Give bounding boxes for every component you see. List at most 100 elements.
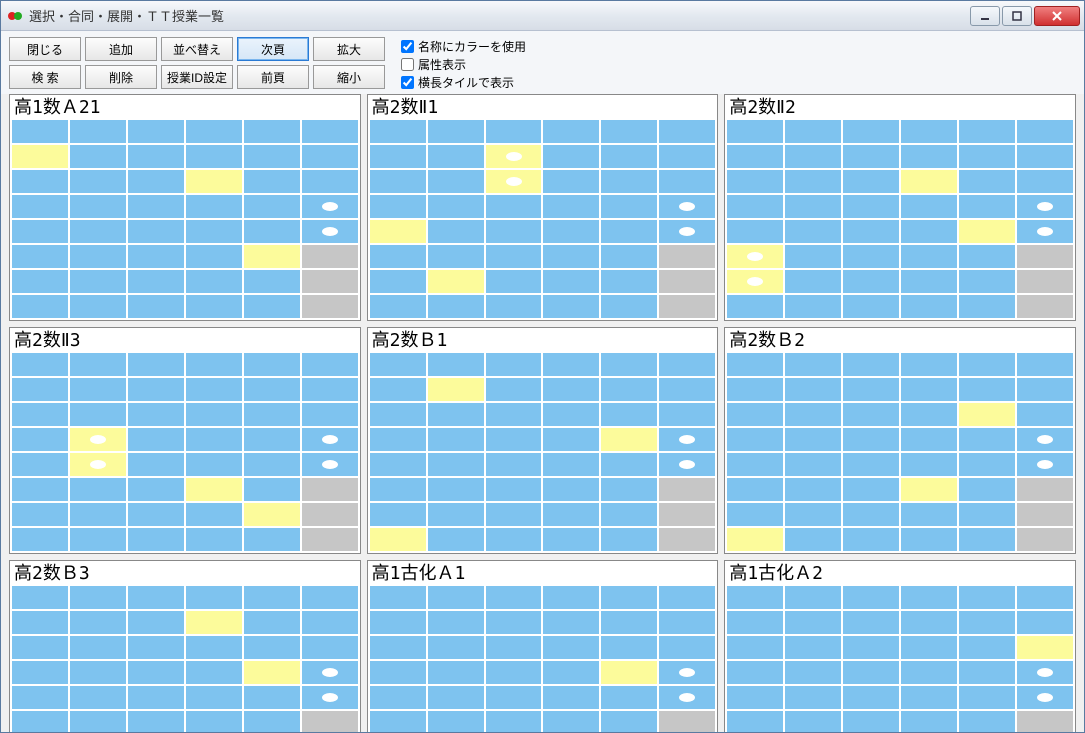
timetable-cell[interactable] bbox=[128, 195, 184, 218]
timetable-cell[interactable] bbox=[727, 220, 783, 243]
timetable-cell[interactable] bbox=[959, 295, 1015, 318]
timetable-cell[interactable] bbox=[601, 453, 657, 476]
timetable-cell[interactable] bbox=[659, 170, 715, 193]
timetable-cell[interactable] bbox=[302, 353, 358, 376]
timetable-cell[interactable] bbox=[302, 428, 358, 451]
timetable-cell[interactable] bbox=[302, 270, 358, 293]
timetable-cell[interactable] bbox=[785, 711, 841, 732]
close-button[interactable] bbox=[1034, 6, 1080, 26]
maximize-button[interactable] bbox=[1002, 6, 1032, 26]
timetable-cell[interactable] bbox=[901, 428, 957, 451]
timetable-cell[interactable] bbox=[186, 353, 242, 376]
timetable-cell[interactable] bbox=[12, 170, 68, 193]
timetable-cell[interactable] bbox=[128, 295, 184, 318]
timetable-cell[interactable] bbox=[244, 428, 300, 451]
timetable-cell[interactable] bbox=[959, 636, 1015, 659]
timetable-cell[interactable] bbox=[959, 145, 1015, 168]
timetable-cell[interactable] bbox=[370, 145, 426, 168]
timetable-cell[interactable] bbox=[785, 528, 841, 551]
timetable-cell[interactable] bbox=[370, 245, 426, 268]
timetable-cell[interactable] bbox=[959, 586, 1015, 609]
timetable-cell[interactable] bbox=[186, 453, 242, 476]
timetable-cell[interactable] bbox=[244, 711, 300, 732]
timetable-cell[interactable] bbox=[1017, 170, 1073, 193]
timetable-cell[interactable] bbox=[601, 586, 657, 609]
timetable-cell[interactable] bbox=[244, 611, 300, 634]
timetable-cell[interactable] bbox=[601, 428, 657, 451]
timetable-cell[interactable] bbox=[70, 170, 126, 193]
timetable-cell[interactable] bbox=[543, 120, 599, 143]
timetable-cell[interactable] bbox=[186, 170, 242, 193]
timetable-cell[interactable] bbox=[901, 270, 957, 293]
timetable-cell[interactable] bbox=[727, 120, 783, 143]
minimize-button[interactable] bbox=[970, 6, 1000, 26]
timetable-cell[interactable] bbox=[959, 353, 1015, 376]
timetable-cell[interactable] bbox=[370, 403, 426, 426]
timetable-cell[interactable] bbox=[843, 295, 899, 318]
timetable-cell[interactable] bbox=[370, 378, 426, 401]
timetable-cell[interactable] bbox=[12, 295, 68, 318]
timetable-cell[interactable] bbox=[901, 145, 957, 168]
timetable-cell[interactable] bbox=[70, 686, 126, 709]
timetable-cell[interactable] bbox=[128, 711, 184, 732]
timetable-cell[interactable] bbox=[901, 353, 957, 376]
timetable-cell[interactable] bbox=[12, 270, 68, 293]
timetable-cell[interactable] bbox=[428, 711, 484, 732]
timetable-cell[interactable] bbox=[901, 378, 957, 401]
timetable-cell[interactable] bbox=[186, 503, 242, 526]
timetable-cell[interactable] bbox=[244, 636, 300, 659]
timetable-cell[interactable] bbox=[843, 611, 899, 634]
timetable-cell[interactable] bbox=[302, 453, 358, 476]
timetable-cell[interactable] bbox=[486, 120, 542, 143]
timetable-cell[interactable] bbox=[543, 145, 599, 168]
timetable-cell[interactable] bbox=[244, 586, 300, 609]
timetable-cell[interactable] bbox=[543, 711, 599, 732]
timetable-cell[interactable] bbox=[12, 353, 68, 376]
timetable-cell[interactable] bbox=[186, 711, 242, 732]
timetable-cell[interactable] bbox=[659, 503, 715, 526]
timetable-cell[interactable] bbox=[601, 528, 657, 551]
timetable-cell[interactable] bbox=[901, 711, 957, 732]
timetable-cell[interactable] bbox=[486, 453, 542, 476]
timetable-cell[interactable] bbox=[12, 403, 68, 426]
timetable-cell[interactable] bbox=[428, 586, 484, 609]
timetable-cell[interactable] bbox=[428, 378, 484, 401]
timetable-cell[interactable] bbox=[486, 503, 542, 526]
timetable-cell[interactable] bbox=[843, 220, 899, 243]
timetable-cell[interactable] bbox=[302, 378, 358, 401]
timetable-cell[interactable] bbox=[601, 270, 657, 293]
timetable-cell[interactable] bbox=[244, 453, 300, 476]
timetable-cell[interactable] bbox=[370, 611, 426, 634]
timetable-cell[interactable] bbox=[785, 403, 841, 426]
timetable-cell[interactable] bbox=[428, 661, 484, 684]
timetable-cell[interactable] bbox=[659, 611, 715, 634]
timetable-cell[interactable] bbox=[302, 711, 358, 732]
timetable-cell[interactable] bbox=[659, 145, 715, 168]
timetable-cell[interactable] bbox=[843, 145, 899, 168]
timetable-cell[interactable] bbox=[901, 661, 957, 684]
timetable-cell[interactable] bbox=[543, 378, 599, 401]
timetable-cell[interactable] bbox=[1017, 453, 1073, 476]
timetable-cell[interactable] bbox=[428, 503, 484, 526]
timetable-cell[interactable] bbox=[70, 586, 126, 609]
toolbar-button[interactable]: 追加 bbox=[85, 37, 157, 61]
timetable-cell[interactable] bbox=[128, 220, 184, 243]
timetable-cell[interactable] bbox=[785, 478, 841, 501]
timetable-cell[interactable] bbox=[428, 270, 484, 293]
timetable-cell[interactable] bbox=[486, 195, 542, 218]
checkbox-input[interactable] bbox=[401, 76, 414, 89]
timetable-cell[interactable] bbox=[70, 661, 126, 684]
timetable-cell[interactable] bbox=[186, 145, 242, 168]
timetable-cell[interactable] bbox=[370, 120, 426, 143]
timetable-cell[interactable] bbox=[1017, 270, 1073, 293]
timetable-cell[interactable] bbox=[302, 661, 358, 684]
timetable-cell[interactable] bbox=[785, 245, 841, 268]
timetable-cell[interactable] bbox=[486, 220, 542, 243]
timetable-cell[interactable] bbox=[302, 120, 358, 143]
timetable-cell[interactable] bbox=[428, 528, 484, 551]
timetable-cell[interactable] bbox=[12, 378, 68, 401]
timetable-cell[interactable] bbox=[543, 528, 599, 551]
timetable-cell[interactable] bbox=[959, 711, 1015, 732]
timetable-cell[interactable] bbox=[659, 270, 715, 293]
timetable-cell[interactable] bbox=[601, 686, 657, 709]
